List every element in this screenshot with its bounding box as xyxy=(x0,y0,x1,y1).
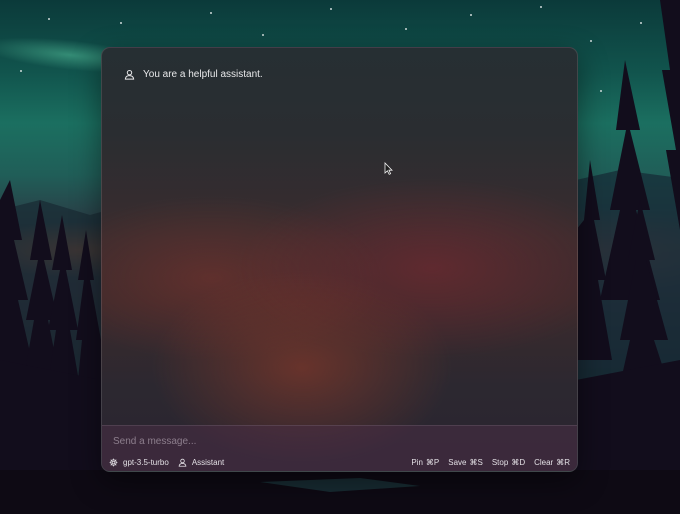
stop-button[interactable]: Stop ⌘D xyxy=(492,458,525,467)
save-label: Save xyxy=(448,457,467,467)
chat-window: You are a helpful assistant. Send a mess… xyxy=(101,47,578,472)
composer: gpt-3.5-turbo Assistant xyxy=(102,425,577,471)
system-prompt-text: You are a helpful assistant. xyxy=(143,69,263,80)
clear-button[interactable]: Clear ⌘R xyxy=(534,458,570,467)
footer-left: gpt-3.5-turbo Assistant xyxy=(109,458,224,467)
model-label: gpt-3.5-turbo xyxy=(123,457,169,467)
role-label: Assistant xyxy=(191,457,225,467)
save-keys: ⌘S xyxy=(469,457,483,467)
pin-button[interactable]: Pin ⌘P xyxy=(411,458,439,467)
stop-keys: ⌘D xyxy=(511,457,526,467)
mouse-cursor-icon xyxy=(384,162,393,175)
footer-shortcuts: Pin ⌘P Save ⌘S Stop ⌘D Clear ⌘R xyxy=(411,458,570,467)
user-icon xyxy=(124,69,135,80)
role-selector[interactable]: Assistant xyxy=(178,458,224,467)
save-button[interactable]: Save ⌘S xyxy=(448,458,483,467)
system-prompt-row[interactable]: You are a helpful assistant. xyxy=(124,69,263,80)
gear-icon xyxy=(109,458,118,467)
pin-label: Pin xyxy=(411,457,423,467)
desktop-wallpaper: You are a helpful assistant. Send a mess… xyxy=(0,0,680,514)
stop-label: Stop xyxy=(491,457,509,467)
user-icon xyxy=(178,458,187,467)
message-input[interactable] xyxy=(111,432,555,450)
model-selector[interactable]: gpt-3.5-turbo xyxy=(109,458,169,467)
footer-bar: gpt-3.5-turbo Assistant Pin ⌘P Save ⌘S S… xyxy=(109,455,570,469)
clear-keys: ⌘R xyxy=(556,457,570,467)
pin-keys: ⌘P xyxy=(425,457,440,467)
clear-label: Clear xyxy=(534,457,554,467)
